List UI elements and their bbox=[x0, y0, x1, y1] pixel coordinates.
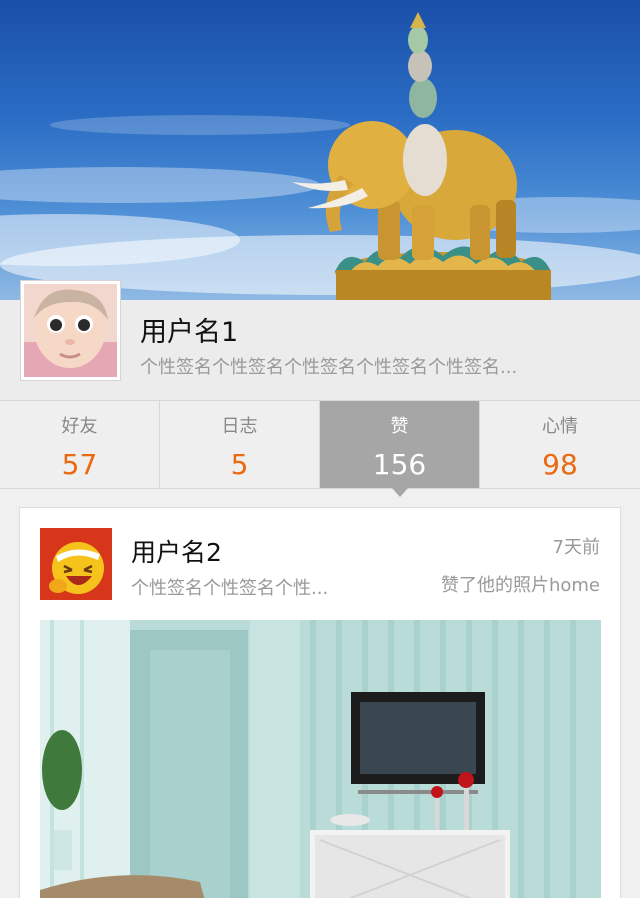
signature: 个性签名个性签名个性签名个性签名个性签名... bbox=[140, 357, 518, 378]
timestamp: 7天前 bbox=[552, 537, 600, 558]
stat-count: 5 bbox=[230, 448, 249, 481]
avatar[interactable] bbox=[20, 280, 121, 381]
post-photo[interactable] bbox=[40, 620, 601, 898]
tab-friends[interactable]: 好友 57 bbox=[0, 401, 160, 488]
cover-image[interactable] bbox=[0, 0, 640, 300]
stat-label: 好友 bbox=[61, 416, 98, 437]
elephant-statue-image bbox=[0, 12, 640, 300]
avatar[interactable] bbox=[40, 528, 112, 600]
username[interactable]: 用户名1 bbox=[140, 310, 238, 349]
stat-label: 日志 bbox=[221, 416, 258, 437]
profile-header: 用户名1 个性签名个性签名个性签名个性签名个性签名... bbox=[0, 280, 640, 400]
living-room-image bbox=[40, 620, 601, 898]
feed-item: 用户名2 个性签名个性签名个性... 7天前 赞了他的照片home bbox=[19, 507, 621, 898]
activity-text: 赞了他的照片home bbox=[440, 575, 600, 596]
username[interactable]: 用户名2 bbox=[131, 533, 222, 569]
stat-count: 57 bbox=[61, 448, 98, 481]
baby-portrait-image bbox=[24, 284, 117, 377]
stat-count: 98 bbox=[542, 448, 578, 481]
tab-likes[interactable]: 赞 156 bbox=[320, 401, 480, 497]
tab-mood[interactable]: 心情 98 bbox=[480, 401, 640, 488]
stats-bar: 好友 57 日志 5 赞 156 心情 98 bbox=[0, 400, 640, 497]
laughing-emoji-icon bbox=[40, 528, 112, 600]
signature: 个性签名个性签名个性... bbox=[131, 578, 329, 599]
tab-journal[interactable]: 日志 5 bbox=[160, 401, 320, 488]
stat-label: 心情 bbox=[542, 416, 578, 437]
stat-count: 156 bbox=[372, 448, 427, 481]
stat-label: 赞 bbox=[390, 416, 409, 437]
